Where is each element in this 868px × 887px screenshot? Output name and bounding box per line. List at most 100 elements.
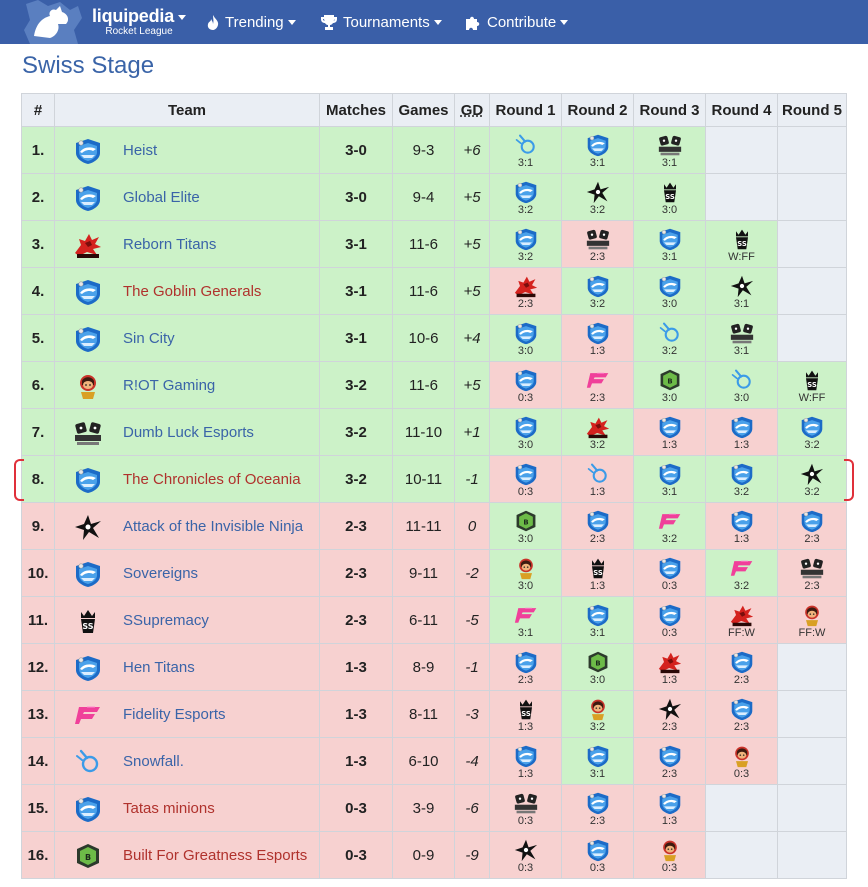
team-name-link[interactable]: Attack of the Invisible Ninja xyxy=(123,518,303,535)
round-5-cell[interactable]: FF:W xyxy=(777,596,847,644)
round-1-cell[interactable]: SS 1:3 xyxy=(489,690,562,738)
round-3-cell[interactable]: 0:3 xyxy=(633,831,706,879)
round-4-cell[interactable]: 3:2 xyxy=(705,455,778,503)
round-3-cell[interactable]: 2:3 xyxy=(633,690,706,738)
round-1-cell[interactable]: 3:0 xyxy=(489,549,562,597)
round-1-cell[interactable]: 3:2 xyxy=(489,220,562,268)
round-1-cell[interactable]: 3:1 xyxy=(489,596,562,644)
team-name-link[interactable]: R!OT Gaming xyxy=(123,377,215,394)
round-4-cell[interactable]: 1:3 xyxy=(705,408,778,456)
round-3-cell[interactable]: 3:0 xyxy=(633,267,706,315)
round-2-cell[interactable]: 3:2 xyxy=(561,408,634,456)
round-2-cell[interactable]: 2:3 xyxy=(561,361,634,409)
round-3-cell[interactable]: 3:2 xyxy=(633,314,706,362)
round-3-cell[interactable]: 3:1 xyxy=(633,455,706,503)
round-2-cell[interactable]: 1:3 xyxy=(561,455,634,503)
gd-cell: +1 xyxy=(454,408,490,456)
round-2-cell[interactable]: 3:1 xyxy=(561,737,634,785)
round-5-cell[interactable]: SS W:FF xyxy=(777,361,847,409)
round-3-cell[interactable]: 3:1 xyxy=(633,126,706,174)
team-name-link[interactable]: Sovereigns xyxy=(123,565,198,582)
round-3-cell[interactable]: 1:3 xyxy=(633,643,706,691)
nav-trending-label: Trending xyxy=(225,13,284,31)
round-1-cell[interactable]: 3:2 xyxy=(489,173,562,221)
round-3-cell[interactable]: 1:3 xyxy=(633,408,706,456)
rank-cell: 4. xyxy=(21,267,55,315)
round-2-cell[interactable]: B 3:0 xyxy=(561,643,634,691)
team-name-link[interactable]: The Goblin Generals xyxy=(123,283,261,300)
round-2-cell[interactable]: 2:3 xyxy=(561,502,634,550)
team-name-link[interactable]: Hen Titans xyxy=(123,659,195,676)
round-1-cell[interactable]: 3:0 xyxy=(489,408,562,456)
round-1-cell[interactable]: 2:3 xyxy=(489,267,562,315)
header-gd[interactable]: GD xyxy=(454,93,490,127)
round-4-cell[interactable]: SS W:FF xyxy=(705,220,778,268)
round-4-cell[interactable]: 0:3 xyxy=(705,737,778,785)
match-score: 3:0 xyxy=(589,674,606,686)
round-1-cell[interactable]: 1:3 xyxy=(489,737,562,785)
nav-contribute[interactable]: Contribute xyxy=(466,0,569,44)
round-2-cell[interactable]: 1:3 xyxy=(561,314,634,362)
team-name-link[interactable]: SSupremacy xyxy=(123,612,209,629)
dumb-luck-dice-icon xyxy=(657,133,683,157)
round-4-cell[interactable]: 2:3 xyxy=(705,643,778,691)
round-4-cell[interactable]: 3:1 xyxy=(705,267,778,315)
svg-text:SS: SS xyxy=(807,381,817,389)
round-1-cell[interactable]: 0:3 xyxy=(489,455,562,503)
round-2-cell[interactable]: 2:3 xyxy=(561,220,634,268)
team-name-link[interactable]: Dumb Luck Esports xyxy=(123,424,254,441)
round-3-cell[interactable]: 3:2 xyxy=(633,502,706,550)
round-2-cell[interactable]: 3:1 xyxy=(561,596,634,644)
round-5-cell[interactable]: 3:2 xyxy=(777,455,847,503)
team-name-link[interactable]: The Chronicles of Oceania xyxy=(123,471,301,488)
header-games: Games xyxy=(392,93,455,127)
team-name-link[interactable]: Fidelity Esports xyxy=(123,706,226,723)
round-3-cell[interactable]: SS 3:0 xyxy=(633,173,706,221)
team-name-link[interactable]: Heist xyxy=(123,142,157,159)
round-4-cell[interactable]: 3:0 xyxy=(705,361,778,409)
round-4-cell xyxy=(705,831,778,879)
match-score: 1:3 xyxy=(589,345,606,357)
nav-trending[interactable]: Trending xyxy=(207,0,296,44)
team-name-link[interactable]: Built For Greatness Esports xyxy=(123,847,307,864)
round-1-cell[interactable]: 2:3 xyxy=(489,643,562,691)
round-2-cell[interactable]: 3:1 xyxy=(561,126,634,174)
match-score: 0:3 xyxy=(517,862,534,874)
round-4-cell[interactable]: 3:2 xyxy=(705,549,778,597)
round-5-cell[interactable]: 3:2 xyxy=(777,408,847,456)
round-2-cell[interactable]: 2:3 xyxy=(561,784,634,832)
team-name-link[interactable]: Reborn Titans xyxy=(123,236,216,253)
round-3-cell[interactable]: 1:3 xyxy=(633,784,706,832)
round-4-cell[interactable]: 3:1 xyxy=(705,314,778,362)
round-4-cell[interactable]: 2:3 xyxy=(705,690,778,738)
round-3-cell[interactable]: 0:3 xyxy=(633,596,706,644)
round-3-cell[interactable]: 2:3 xyxy=(633,737,706,785)
round-2-cell[interactable]: 3:2 xyxy=(561,173,634,221)
round-1-cell[interactable]: 0:3 xyxy=(489,361,562,409)
team-name-link[interactable]: Snowfall. xyxy=(123,753,184,770)
round-5-cell[interactable]: 2:3 xyxy=(777,549,847,597)
team-name-link[interactable]: Tatas minions xyxy=(123,800,215,817)
round-2-cell[interactable]: SS 1:3 xyxy=(561,549,634,597)
rank-cell: 1. xyxy=(21,126,55,174)
team-name-link[interactable]: Global Elite xyxy=(123,189,200,206)
round-5-cell[interactable]: 2:3 xyxy=(777,502,847,550)
round-1-cell[interactable]: 0:3 xyxy=(489,784,562,832)
gd-cell: +6 xyxy=(454,126,490,174)
round-3-cell[interactable]: 3:1 xyxy=(633,220,706,268)
round-4-cell[interactable]: 1:3 xyxy=(705,502,778,550)
round-3-cell[interactable]: 0:3 xyxy=(633,549,706,597)
brand-link[interactable]: liquipedia Rocket League xyxy=(20,0,187,44)
round-2-cell[interactable]: 3:2 xyxy=(561,690,634,738)
round-1-cell[interactable]: 0:3 xyxy=(489,831,562,879)
round-1-cell[interactable]: 3:0 xyxy=(489,314,562,362)
round-2-cell[interactable]: 0:3 xyxy=(561,831,634,879)
round-3-cell[interactable]: B 3:0 xyxy=(633,361,706,409)
round-2-cell[interactable]: 3:2 xyxy=(561,267,634,315)
rocket-league-icon xyxy=(657,603,683,627)
round-4-cell[interactable]: FF:W xyxy=(705,596,778,644)
round-1-cell[interactable]: B 3:0 xyxy=(489,502,562,550)
nav-tournaments[interactable]: Tournaments xyxy=(321,0,442,44)
team-name-link[interactable]: Sin City xyxy=(123,330,175,347)
round-1-cell[interactable]: 3:1 xyxy=(489,126,562,174)
